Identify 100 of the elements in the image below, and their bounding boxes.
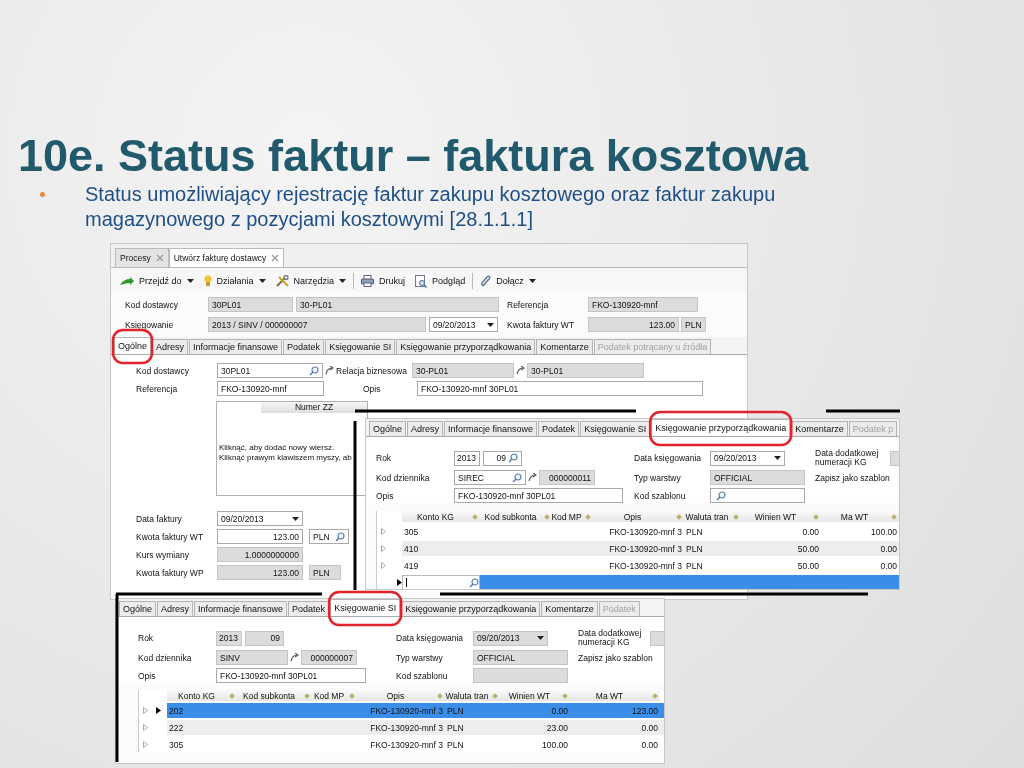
tab[interactable]: Komentarze [791, 421, 848, 436]
data-grid[interactable]: Numer ZZ Kliknąć, aby dodać nowy wiersz. Kliknąć prawym klawiszem myszy, ab [216, 401, 368, 496]
input-field[interactable]: FKO-130920-mnf 30PL01 [216, 668, 366, 683]
sort-icon[interactable] [676, 513, 682, 520]
tab[interactable]: Podatek [538, 421, 580, 436]
table-row[interactable]: 305 FKO-130920-mnf 3 PLN 100.00 0.00 [139, 737, 664, 752]
column-header[interactable]: Opis [592, 511, 684, 522]
column-header[interactable]: Konto KG [402, 511, 480, 522]
input-field[interactable]: 09 [245, 630, 284, 646]
close-icon[interactable] [271, 254, 280, 262]
tab[interactable]: Komentarze [541, 601, 598, 616]
input-field[interactable]: 1.0000000000 [217, 547, 303, 562]
sort-icon[interactable] [562, 692, 568, 699]
input-field[interactable]: 000000011 [539, 470, 595, 485]
tab[interactable]: Księgowanie przyporządkowania [396, 339, 536, 354]
lookup-field[interactable]: 30PL01 [217, 363, 323, 378]
column-header[interactable]: Kod MP [552, 511, 592, 522]
caret-icon[interactable] [339, 279, 347, 283]
toolbar-button[interactable]: Drukuj [358, 274, 409, 288]
input-field[interactable] [650, 630, 664, 646]
column-header[interactable]: Konto KG [167, 690, 237, 701]
tab[interactable]: Adresy [157, 601, 194, 616]
search-icon[interactable] [335, 531, 345, 542]
input-field[interactable]: 30-PL01 [527, 363, 644, 378]
input-field[interactable]: FKO-130920-mnf 30PL01 [454, 488, 623, 503]
caret-icon[interactable] [528, 279, 536, 283]
table-row[interactable]: 410 FKO-130920-mnf 3 PLN 50.00 0.00 [377, 541, 899, 556]
sort-icon[interactable] [472, 513, 478, 520]
toolbar-button[interactable]: Przejdź do [117, 275, 197, 287]
search-icon[interactable] [469, 577, 479, 588]
column-header[interactable]: Opis [357, 690, 445, 701]
lookup-field[interactable] [710, 488, 805, 503]
search-icon[interactable] [508, 453, 518, 463]
caret-icon[interactable] [774, 456, 781, 460]
column-header[interactable]: Ma WT [570, 690, 660, 701]
tab[interactable]: Informacje finansowe [189, 339, 283, 354]
input-field[interactable]: FKO-130920-mnf [217, 381, 324, 396]
column-header[interactable]: Numer ZZ [261, 402, 367, 413]
toolbar-button[interactable]: Narzędzia [272, 274, 350, 288]
input-field[interactable]: 123.00 [217, 529, 303, 544]
table-row[interactable] [377, 575, 899, 589]
input-field[interactable]: 30-PL01 [412, 363, 514, 378]
toolbar-button[interactable]: Podgląd [412, 273, 469, 289]
toolbar-button[interactable]: Dołącz [477, 273, 539, 289]
caret-icon[interactable] [258, 279, 266, 283]
table-row[interactable]: 305 FKO-130920-mnf 3 PLN 0.00 100.00 [377, 524, 899, 539]
tab[interactable]: Podatek [288, 601, 330, 616]
input-field[interactable]: PLN [681, 317, 706, 332]
caret-icon[interactable] [537, 636, 544, 640]
column-header[interactable]: Winien WT [500, 690, 570, 701]
table-row[interactable]: 202 FKO-130920-mnf 3 PLN 0.00 123.00 [139, 703, 664, 718]
sort-icon[interactable] [349, 692, 355, 699]
tab[interactable]: Księgowanie przyporządkowania [651, 419, 791, 436]
tab[interactable]: Ogólne [114, 337, 152, 354]
column-header[interactable]: Ma WT [821, 511, 899, 522]
input-field[interactable]: 30PL01 [208, 297, 293, 312]
tab[interactable]: Księgowanie SI [325, 339, 396, 354]
tab[interactable]: Adresy [407, 421, 444, 436]
tab[interactable]: Adresy [152, 339, 189, 354]
column-header[interactable]: Kod subkonta [237, 690, 312, 701]
tab[interactable]: Księgowanie przyporządkowania [401, 601, 541, 616]
caret-icon[interactable] [186, 279, 194, 283]
input-field[interactable]: 2013 [216, 630, 242, 646]
sort-icon[interactable] [544, 513, 550, 520]
tab[interactable]: Podatek [283, 339, 325, 354]
date-dropdown[interactable]: 09/20/2013 [429, 317, 498, 332]
sort-icon[interactable] [813, 513, 819, 520]
tab[interactable]: Ogólne [119, 601, 157, 616]
search-icon[interactable] [716, 490, 726, 501]
document-tab[interactable]: Utwórz fakturę dostawcy [168, 248, 285, 267]
sort-icon[interactable] [652, 692, 658, 699]
toolbar-button[interactable]: Działania [200, 274, 269, 288]
tab[interactable]: Informacje finansowe [194, 601, 288, 616]
search-icon[interactable] [309, 365, 319, 376]
input-field[interactable]: PLN [309, 565, 341, 580]
tab[interactable]: Księgowanie SI [330, 599, 401, 616]
column-header[interactable]: Kod subkonta [480, 511, 552, 522]
input-field[interactable]: 000000007 [301, 650, 357, 665]
tab[interactable]: Informacje finansowe [444, 421, 538, 436]
column-header[interactable]: Kod MP [312, 690, 357, 701]
input-field[interactable]: OFFICIAL [473, 650, 568, 665]
input-field[interactable]: 123.00 [588, 317, 679, 332]
input-field[interactable] [473, 668, 568, 683]
input-field[interactable] [402, 575, 480, 589]
data-grid[interactable]: Konto KG Kod subkonta Kod MP Opis Waluta tran Winien WT Ma WT 202 FKO-130920-mnf 3 PLN 0.00 123.00 222 FKO-130920-mnf 3 PLN 23.00 0.00 305 FKO-130920-mnf 3 PLN 100.00 0.00 [138, 690, 664, 752]
table-row[interactable]: 419 FKO-130920-mnf 3 PLN 50.00 0.00 [377, 558, 899, 573]
date-dropdown[interactable]: 09/20/2013 [217, 511, 303, 526]
sort-icon[interactable] [437, 692, 443, 699]
input-field[interactable]: 2013 [454, 450, 480, 466]
sort-icon[interactable] [584, 513, 591, 520]
sort-icon[interactable] [891, 513, 897, 520]
caret-icon[interactable] [292, 516, 299, 521]
input-field[interactable]: FKO-130920-mnf [588, 297, 698, 312]
sort-icon[interactable] [492, 692, 498, 699]
table-row[interactable]: 222 FKO-130920-mnf 3 PLN 23.00 0.00 [139, 720, 664, 735]
lookup-field[interactable]: PLN [309, 529, 349, 544]
input-field[interactable]: OFFICIAL [710, 470, 805, 485]
tab[interactable]: Komentarze [536, 339, 593, 354]
sort-icon[interactable] [304, 692, 310, 699]
lookup-field[interactable]: SIREC [454, 470, 526, 485]
